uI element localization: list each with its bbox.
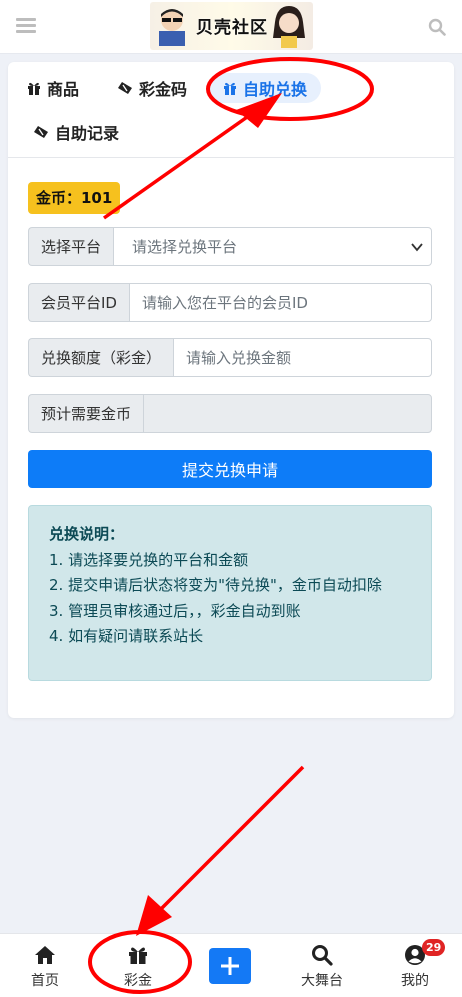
gift-icon [224,82,236,95]
add-post-button[interactable] [209,948,251,984]
instruction-line: 1. 请选择要兑换的平台和金额 [49,550,249,569]
platform-label: 选择平台 [28,227,114,266]
ticket-icon [118,82,132,94]
logo-text: 贝壳社区 [196,18,268,38]
required-coins-field [143,394,432,433]
home-icon [35,946,55,964]
platform-select[interactable]: 请选择兑换平台 [113,227,432,266]
annotation-arrow-bottom [158,765,305,912]
required-coins-group: 预计需要金币 [28,394,432,433]
amount-placeholder: 请输入兑换金额 [186,349,292,367]
site-logo[interactable]: 贝壳社区 [150,2,313,50]
nav-home[interactable]: 首页 [15,944,75,990]
exchange-card: 商品 彩金码 自助兑换 自助记录 金币：101 选择平台 请选择兑换平台 会员平… [8,62,454,718]
gift-icon [129,947,147,964]
tab-bar: 商品 彩金码 自助兑换 自助记录 [8,62,454,158]
required-coins-label: 预计需要金币 [28,394,144,433]
submit-exchange-button[interactable]: 提交兑换申请 [28,450,432,488]
notification-badge: 29 [422,939,446,956]
instruction-line: 4. 如有疑问请联系站长 [49,627,204,645]
tab-self-records[interactable]: 自助记录 [34,117,119,147]
platform-select-placeholder: 请选择兑换平台 [132,238,238,256]
menu-icon[interactable] [16,18,36,34]
nav-stage[interactable]: 大舞台 [292,944,352,990]
nav-bonus-label: 彩金 [124,973,152,989]
nav-stage-label: 大舞台 [301,973,343,989]
member-id-label: 会员平台ID [28,283,129,322]
member-id-input[interactable]: 请输入您在平台的会员ID [128,283,432,322]
tab-products[interactable]: 商品 [26,73,79,103]
logo-avatar-right-icon [273,6,305,48]
member-id-group: 会员平台ID 请输入您在平台的会员ID [28,283,432,322]
nav-bonus[interactable]: 彩金 [108,944,168,990]
platform-select-group: 选择平台 请选择兑换平台 [28,227,432,266]
nav-home-label: 首页 [31,973,59,989]
chevron-down-icon [411,243,423,252]
exchange-instructions: 兑换说明： 1. 请选择要兑换的平台和金额 2. 提交申请后状态将变为"待兑换"… [28,505,432,681]
tab-self-records-label: 自助记录 [55,124,120,143]
tab-products-label: 商品 [47,80,80,99]
search-icon[interactable] [428,18,446,36]
amount-group: 兑换额度（彩金） 请输入兑换金额 [28,338,432,377]
amount-input[interactable]: 请输入兑换金额 [173,338,432,377]
ticket-icon [34,126,48,138]
tab-bonus-code-label: 彩金码 [139,80,188,99]
gift-icon [28,82,40,95]
search-icon [312,945,333,966]
instruction-line: 2. 提交申请后状态将变为"待兑换"，金币自动扣除 [49,576,382,594]
nav-mine-label: 我的 [401,973,429,989]
logo-avatar-left-icon [159,9,185,46]
instructions-title: 兑换说明： [49,525,125,543]
tab-bonus-code[interactable]: 彩金码 [118,73,187,103]
amount-label: 兑换额度（彩金） [28,338,174,377]
tab-self-exchange-label: 自助兑换 [243,80,308,99]
instruction-line: 3. 管理员审核通过后，，彩金自动到账 [49,601,301,620]
coin-balance-badge: 金币：101 [28,182,121,214]
annotation-arrowhead-bottom [136,895,172,936]
top-header: 贝壳社区 [0,0,462,54]
member-id-placeholder: 请输入您在平台的会员ID [141,294,308,312]
tab-self-exchange[interactable]: 自助兑换 [208,73,322,103]
